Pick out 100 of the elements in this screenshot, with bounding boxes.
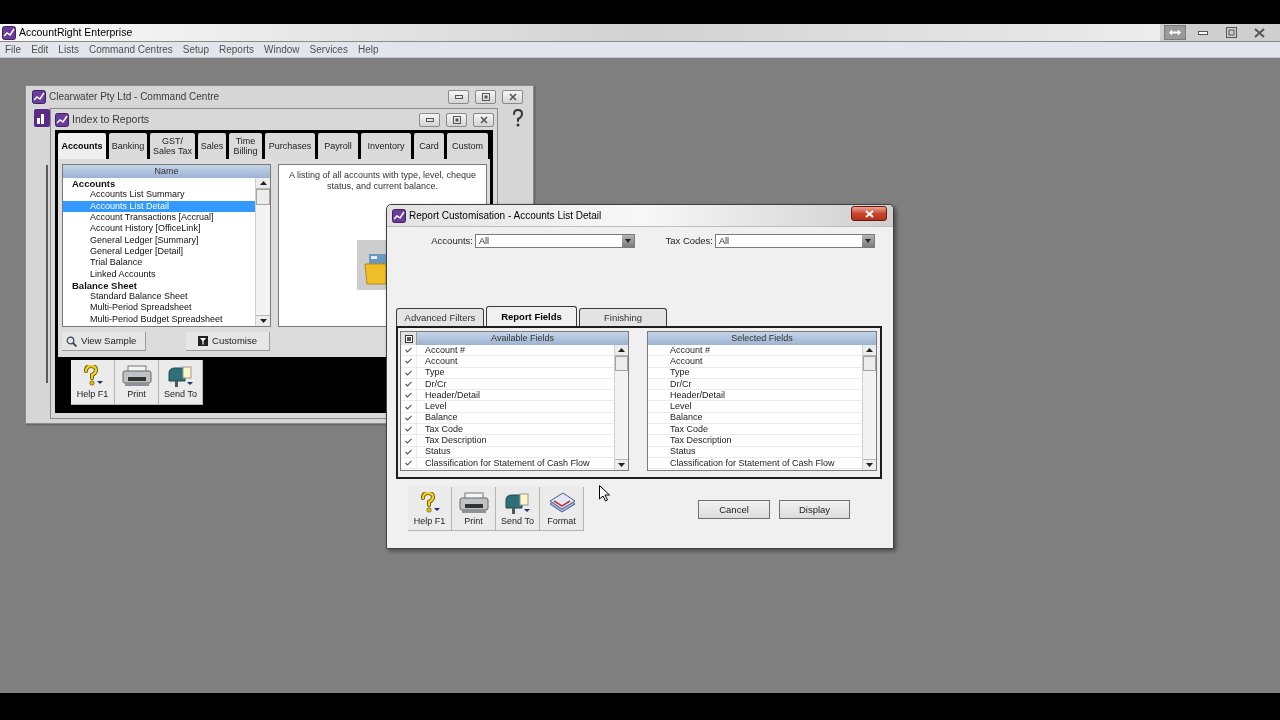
menu-item[interactable]: Setup [177,44,214,55]
group-heading[interactable]: Accounts [63,178,255,190]
view-sample-button[interactable]: View Sample [62,332,146,351]
field-name[interactable]: Account [648,356,703,367]
field-name[interactable]: Dr/Cr [648,378,692,390]
menu-item[interactable]: Window [259,44,305,55]
column-header[interactable]: Name [63,165,270,178]
tab[interactable]: Accounts [58,133,106,159]
field-name[interactable]: Tax Description [417,435,487,446]
minimize-button[interactable] [419,112,440,127]
menu-item[interactable]: File [0,44,27,55]
field-name[interactable]: Account # [417,345,466,356]
field-name[interactable]: Header/Detail [417,390,481,401]
scroll-thumb[interactable] [863,356,876,371]
column-header[interactable]: Selected Fields [648,332,876,345]
menu-item[interactable]: Lists [53,44,84,55]
send-to-button[interactable]: Send To [496,487,540,531]
field-name[interactable]: Classification for Statement of Cash Flow [648,457,835,469]
maximize-button[interactable] [475,90,496,104]
customise-button[interactable]: Customise [186,332,270,351]
list-item[interactable]: Standard Balance Sheet [63,290,255,303]
tab[interactable]: Advanced Filters [396,308,484,326]
tab[interactable]: Purchases [265,133,315,159]
list-item[interactable]: Account History [OfficeLink] [63,223,255,235]
close-button[interactable] [502,90,523,104]
send-to-button[interactable]: Send To [159,360,203,405]
mouse-pointer-icon [599,485,610,502]
menu-item[interactable]: Edit [26,44,54,55]
scroll-thumb[interactable] [256,189,270,205]
cancel-button[interactable]: Cancel [698,500,770,519]
report-description: A listing of all accounts with type, level, cheque status, and current balance. [287,169,478,192]
list-item[interactable]: Account Transactions [Accrual] [63,211,255,224]
document-stack-icon [547,491,576,514]
field-name[interactable]: Level [417,401,447,412]
tab[interactable]: Time Billing [229,133,262,159]
tab[interactable]: GST/ Sales Tax [150,133,195,159]
dropdown-arrow-icon [865,239,871,243]
select-all-checkbox[interactable] [404,334,413,343]
field-name[interactable]: Status [648,446,696,457]
dropdown[interactable]: All [475,234,635,248]
dropdown[interactable]: All [715,234,875,248]
tab[interactable]: Sales [198,133,226,159]
resize-button[interactable] [1164,25,1186,40]
menu-item[interactable]: Command Centres [83,44,178,55]
group-heading[interactable]: Balance Sheet [63,279,255,291]
field-name[interactable]: Tax Code [417,424,464,435]
field-name[interactable]: Tax Code [648,424,709,435]
field-name[interactable]: Type [648,367,690,378]
list-item[interactable]: Trial Balance [63,257,255,269]
scrollbar[interactable] [614,345,628,470]
display-button[interactable]: Display [779,500,850,519]
field-name[interactable]: Header/Detail [648,390,726,401]
scroll-thumb[interactable] [615,356,628,371]
field-name[interactable]: Level [648,401,692,412]
field-name[interactable]: Account # [648,345,711,356]
help-button[interactable]: Help F1 [408,487,452,531]
restore-icon [1225,27,1237,38]
list-item[interactable]: General Ledger [Summary] [63,234,255,246]
field-label: Accounts: [430,236,473,246]
field-name[interactable]: Account [417,356,458,367]
app-icon [2,25,16,40]
tab[interactable]: Banking [109,133,147,159]
list-item[interactable]: Accounts List Summary [63,189,255,201]
maximize-button[interactable] [446,112,467,127]
list-item[interactable]: Multi-Period Budget Spreadsheet [63,313,255,325]
print-button[interactable]: Print [115,360,159,405]
list-item[interactable]: General Ledger [Detail] [63,245,255,258]
field-label: Tax Codes: [664,236,713,246]
column-header[interactable]: Available Fields [417,332,628,345]
field-name[interactable]: Balance [648,412,703,424]
tab[interactable]: Custom [447,133,488,159]
help-button[interactable]: Help F1 [71,360,115,405]
dropdown-arrow-icon [625,239,631,243]
tab[interactable]: Payroll [318,133,358,159]
list-item[interactable]: Multi-Period Spreadsheet [63,302,255,314]
minimize-icon [1198,30,1208,35]
down-arrow-icon [259,319,267,323]
tab[interactable]: Finishing [579,308,667,326]
menu-item[interactable]: Services [304,44,353,55]
tab[interactable]: Inventory [361,133,411,159]
field-name[interactable]: Balance [417,412,458,424]
menu-item[interactable]: Reports [214,44,259,55]
field-name[interactable]: Tax Description [648,435,732,446]
field-name[interactable]: Status [417,446,451,457]
app-icon [55,112,69,127]
scrollbar[interactable] [862,345,876,470]
menu-item[interactable]: Help [352,44,384,55]
minimize-button[interactable] [448,90,469,104]
window-title: Index to Reports [72,114,150,125]
print-button[interactable]: Print [452,487,496,531]
scrollbar[interactable] [255,178,270,326]
close-button[interactable] [473,112,494,127]
tab[interactable]: Card [414,133,444,159]
tab[interactable]: Report Fields [486,306,577,326]
field-name[interactable]: Type [417,367,445,378]
field-name[interactable]: Dr/Cr [417,378,447,390]
list-item[interactable]: Linked Accounts [63,268,255,280]
format-button[interactable]: Format [540,487,584,531]
close-button[interactable] [851,206,887,221]
field-name[interactable]: Classification for Statement of Cash Flow [417,457,590,469]
